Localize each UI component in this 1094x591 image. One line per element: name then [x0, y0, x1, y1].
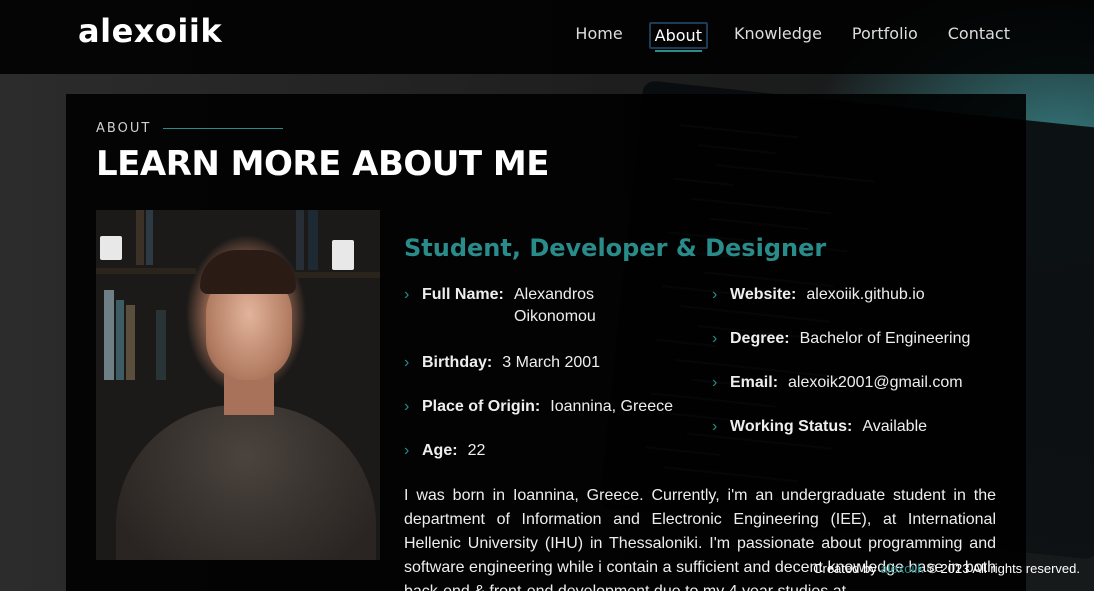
book	[308, 210, 318, 270]
info-label: Place of Origin:	[422, 398, 541, 415]
section-label: ABOUT	[96, 121, 284, 136]
chevron-right-icon: ›	[404, 442, 410, 459]
info-label: Website:	[730, 286, 797, 303]
info-birthday: › Birthday: 3 March 2001	[404, 352, 600, 374]
footer-author-link[interactable]: alexoiik	[880, 561, 923, 576]
info-label: Degree:	[730, 330, 790, 347]
info-value: 22	[467, 442, 486, 459]
book	[136, 210, 144, 265]
section-label-text: ABOUT	[96, 121, 152, 136]
chevron-right-icon: ›	[712, 286, 718, 303]
bookshelf-plank	[286, 272, 380, 278]
about-panel: ABOUT LEARN MORE ABOUT ME Student, Devel…	[66, 94, 1026, 591]
footer-suffix: © 2023 All rights reserved.	[923, 561, 1080, 576]
chevron-right-icon: ›	[404, 354, 410, 371]
section-label-rule	[163, 128, 284, 129]
info-value: Bachelor of Engineering	[799, 330, 971, 347]
info-value: Alexandros Oikonomou	[514, 286, 596, 325]
info-email: › Email: alexoik2001@gmail.com	[712, 372, 963, 394]
nav-portfolio[interactable]: Portfolio	[848, 22, 922, 49]
info-origin: › Place of Origin: Ioannina, Greece	[404, 396, 673, 418]
about-subtitle: Student, Developer & Designer	[404, 234, 827, 262]
nav-knowledge[interactable]: Knowledge	[730, 22, 826, 49]
website-link[interactable]: alexoiik.github.io	[806, 284, 924, 306]
section-title: LEARN MORE ABOUT ME	[96, 144, 550, 184]
chevron-right-icon: ›	[712, 374, 718, 391]
nav-home[interactable]: Home	[571, 22, 626, 49]
book	[156, 310, 166, 380]
nav-about[interactable]: About	[648, 22, 708, 52]
info-label: Full Name:	[422, 286, 504, 303]
book	[126, 305, 135, 380]
plant-pot	[100, 236, 122, 260]
info-full-name: › Full Name: Alexandros Oikonomou	[404, 284, 614, 328]
info-label: Birthday:	[422, 354, 493, 371]
book	[116, 300, 124, 380]
chevron-right-icon: ›	[712, 418, 718, 435]
email-link[interactable]: alexoik2001@gmail.com	[788, 372, 963, 394]
info-value: 3 March 2001	[502, 354, 601, 371]
profile-photo	[96, 210, 380, 560]
info-label: Email:	[730, 374, 779, 391]
main-nav: Home About Knowledge Portfolio Contact	[549, 22, 1014, 52]
info-label: Working Status:	[730, 418, 853, 435]
footer-credit: Created by alexoiik © 2023 All rights re…	[813, 561, 1080, 576]
person-hair	[200, 250, 296, 294]
nav-contact[interactable]: Contact	[944, 22, 1014, 49]
book	[146, 210, 153, 265]
chevron-right-icon: ›	[404, 286, 410, 303]
info-degree: › Degree: Bachelor of Engineering	[712, 328, 970, 350]
chevron-right-icon: ›	[712, 330, 718, 347]
bookshelf-plank	[96, 268, 196, 274]
info-website: › Website: alexoiik.github.io	[712, 284, 925, 306]
info-age: › Age: 22	[404, 440, 485, 462]
chevron-right-icon: ›	[404, 398, 410, 415]
info-working-status: › Working Status: Available	[712, 416, 927, 438]
book	[296, 210, 304, 270]
info-value: Available	[862, 418, 928, 435]
site-logo[interactable]: alexoiik	[78, 12, 222, 50]
plant-pot	[332, 240, 354, 270]
person-shirt	[116, 405, 376, 560]
info-label: Age:	[422, 442, 458, 459]
book	[104, 290, 114, 380]
navbar: alexoiik Home About Knowledge Portfolio …	[0, 0, 1094, 74]
footer-prefix: Created by	[813, 561, 881, 576]
info-value: Ioannina, Greece	[550, 398, 673, 415]
